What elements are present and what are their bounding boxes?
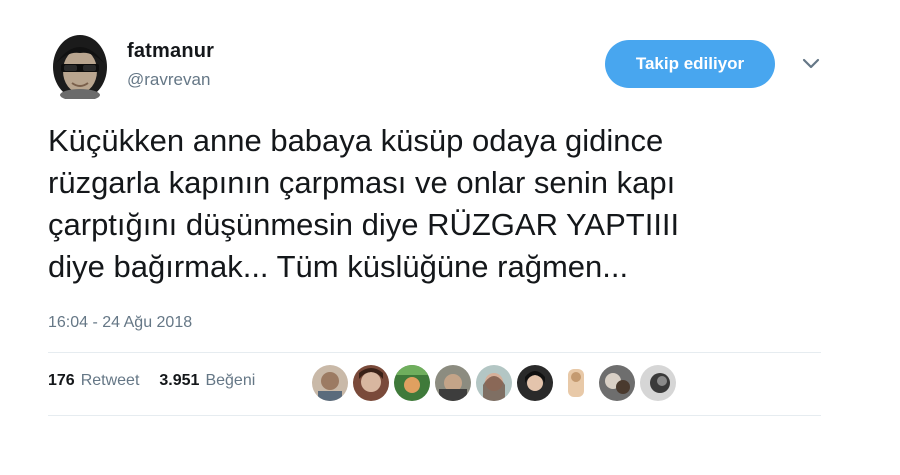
tweet-timestamp[interactable]: 16:04 - 24 Ağu 2018 (48, 314, 192, 332)
tweet-text-line: diye bağırmak... Tüm küslüğüne rağmen... (48, 249, 629, 284)
following-button[interactable]: Takip ediliyor (605, 40, 775, 88)
divider (48, 415, 821, 416)
display-name[interactable]: fatmanur (127, 40, 214, 63)
tweet-text-line: Küçükken anne babaya küsüp odaya gidince (48, 123, 664, 158)
liker-avatar[interactable] (435, 365, 471, 401)
tweet-text: Küçükken anne babaya küsüp odaya gidince… (48, 120, 848, 288)
retweet-count[interactable]: 176 (48, 372, 75, 390)
tweet-text-line: rüzgarla kapının çarpması ve onlar senin… (48, 165, 676, 200)
retweet-label[interactable]: Retweet (81, 372, 140, 390)
liker-avatar[interactable] (599, 365, 635, 401)
like-label[interactable]: Beğeni (205, 372, 255, 390)
liker-avatar[interactable] (353, 365, 389, 401)
liker-avatar[interactable] (558, 365, 594, 401)
chevron-down-icon[interactable] (800, 55, 822, 71)
like-count[interactable]: 3.951 (159, 372, 199, 390)
liker-avatar[interactable] (394, 365, 430, 401)
avatar[interactable] (52, 33, 108, 99)
liker-avatar[interactable] (476, 365, 512, 401)
liker-avatar[interactable] (517, 365, 553, 401)
liker-avatars (312, 365, 676, 401)
tweet-text-line: çarptığını düşünmesin diye RÜZGAR YAPTII… (48, 207, 680, 242)
liker-avatar[interactable] (312, 365, 348, 401)
user-handle[interactable]: @ravrevan (127, 70, 210, 90)
tweet-stats: 176 Retweet 3.951 Beğeni (48, 372, 255, 390)
liker-avatar[interactable] (640, 365, 676, 401)
divider (48, 352, 821, 353)
